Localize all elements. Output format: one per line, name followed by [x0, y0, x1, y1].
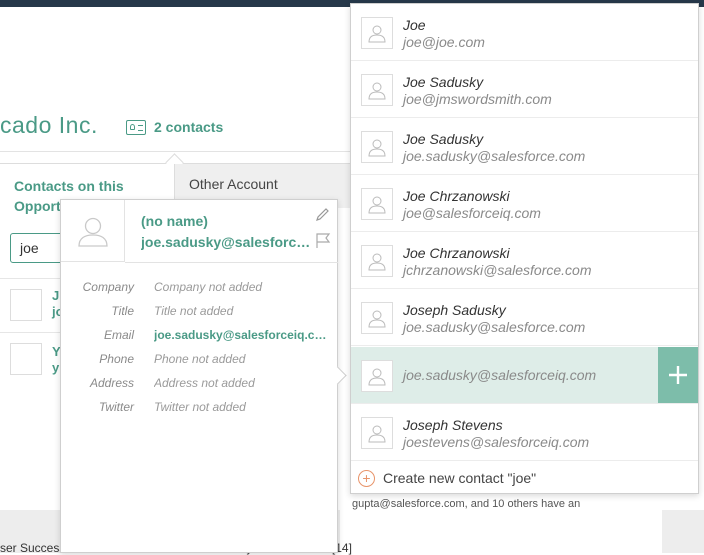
divider — [125, 262, 338, 263]
field-twitter: Twitter Twitter not added — [98, 400, 246, 414]
avatar — [361, 188, 393, 220]
suggestion-email: joe.sadusky@salesforce.com — [403, 148, 586, 164]
suggestion-email: joestevens@salesforceiq.com — [403, 434, 590, 450]
suggestion-email: joe@salesforceiq.com — [403, 205, 541, 221]
suggestion-item[interactable]: Joseph Stevens joestevens@salesforceiq.c… — [351, 404, 698, 461]
person-placeholder-icon — [368, 196, 386, 214]
suggestion-item[interactable]: Joseph Sadusky joe.sadusky@salesforce.co… — [351, 289, 698, 346]
person-placeholder-icon — [368, 139, 386, 157]
person-placeholder-icon — [368, 82, 386, 100]
avatar — [361, 417, 393, 449]
suggestion-name: Joe Sadusky — [403, 131, 484, 147]
avatar — [10, 289, 42, 321]
person-placeholder-icon — [368, 310, 386, 328]
suggestion-email: joe.sadusky@salesforceiq.com — [403, 367, 597, 383]
avatar — [361, 17, 393, 49]
suggestion-item[interactable]: Joe Chrzanowski joe@salesforceiq.com — [351, 175, 698, 232]
suggestion-email: joe.sadusky@salesforce.com — [403, 319, 586, 335]
create-new-contact-label: Create new contact "joe" — [383, 470, 537, 486]
suggestion-name: Joseph Sadusky — [403, 302, 506, 318]
contact-card-icon — [126, 119, 146, 135]
contacts-link[interactable]: 2 contacts — [126, 119, 223, 135]
flag-icon[interactable] — [315, 233, 331, 249]
email-snippet: gupta@salesforce.com, and 10 others have… — [352, 498, 581, 510]
contact-list-item[interactable]: J jo — [0, 278, 64, 333]
contact-email[interactable]: joe.sadusky@salesforceiq.com — [141, 234, 313, 250]
suggestion-name: Joe Chrzanowski — [403, 245, 510, 261]
add-contact-button[interactable] — [658, 347, 698, 403]
avatar — [361, 302, 393, 334]
suggestion-name: Joe — [403, 17, 426, 33]
suggestion-name: Joseph Stevens — [403, 417, 503, 433]
plus-circle-icon: + — [358, 469, 375, 487]
field-company: Company Company not added — [82, 280, 263, 294]
header-divider — [0, 151, 350, 152]
plus-icon — [669, 366, 687, 384]
suggestion-name: Joe Chrzanowski — [403, 188, 510, 204]
person-placeholder-icon — [368, 253, 386, 271]
field-title: Title Title not added — [111, 304, 234, 318]
avatar — [361, 131, 393, 163]
suggestion-email: jchrzanowski@salesforce.com — [403, 262, 592, 278]
suggestion-item[interactable]: Joe Sadusky joe.sadusky@salesforce.com — [351, 118, 698, 175]
person-placeholder-icon — [368, 25, 386, 43]
contact-name[interactable]: (no name) — [141, 213, 208, 229]
pencil-icon[interactable] — [315, 208, 331, 222]
avatar — [10, 343, 42, 375]
suggestion-email: joe@joe.com — [403, 34, 485, 50]
suggestion-item[interactable]: Joe Sadusky joe@jmswordsmith.com — [351, 61, 698, 118]
suggestion-email: joe@jmswordsmith.com — [403, 91, 552, 107]
suggestion-name: Joe Sadusky — [403, 74, 484, 90]
field-phone: Phone Phone not added — [99, 352, 246, 366]
avatar — [361, 245, 393, 277]
contact-list-item[interactable]: Y y — [0, 332, 61, 387]
field-email: Email joe.sadusky@salesforceiq.com — [103, 328, 329, 342]
contacts-count: 2 contacts — [154, 119, 224, 135]
avatar — [361, 360, 393, 392]
suggestion-item-selected[interactable]: joe.sadusky@salesforceiq.com — [351, 347, 698, 404]
avatar — [61, 200, 125, 262]
suggestion-item[interactable]: Joe Chrzanowski jchrzanowski@salesforce.… — [351, 232, 698, 289]
avatar — [361, 74, 393, 106]
person-placeholder-icon — [368, 368, 386, 386]
account-title: cado Inc. — [0, 112, 98, 138]
field-address: Address Address not added — [89, 376, 255, 390]
create-new-contact-button[interactable]: + Create new contact "joe" — [351, 462, 698, 494]
person-placeholder-icon — [368, 425, 386, 443]
contact-suggestions-dropdown: Joe joe@joe.com Joe Sadusky joe@jmswords… — [350, 3, 699, 494]
contact-detail-popover: (no name) joe.sadusky@salesforceiq.com C… — [60, 199, 338, 553]
person-placeholder-icon — [77, 217, 108, 247]
suggestion-item[interactable]: Joe joe@joe.com — [351, 4, 698, 61]
